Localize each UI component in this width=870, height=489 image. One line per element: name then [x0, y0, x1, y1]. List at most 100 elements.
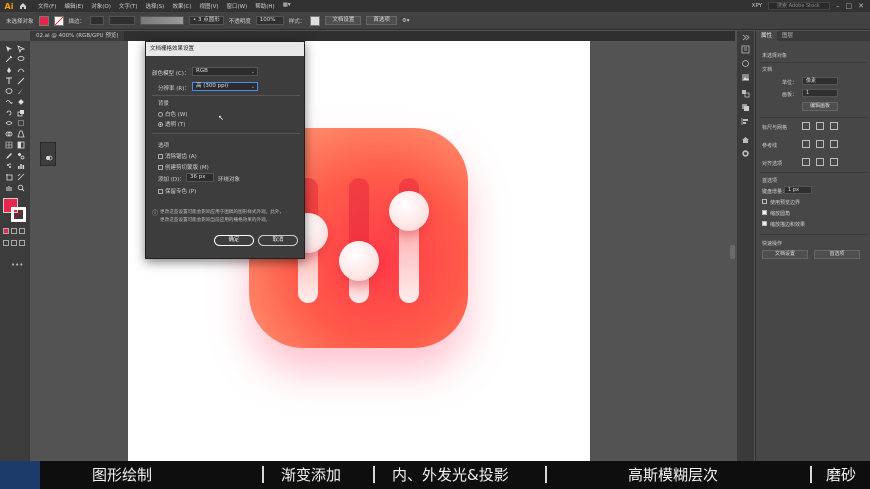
- menu-item[interactable]: 文字(T): [115, 2, 142, 10]
- eyedropper-tool-icon[interactable]: [4, 151, 13, 160]
- menu-item[interactable]: 窗口(W): [223, 2, 252, 10]
- stroke-weight-input[interactable]: [90, 16, 105, 25]
- none-mode-icon[interactable]: [19, 228, 25, 234]
- eraser-tool-icon[interactable]: [16, 98, 25, 107]
- clipping-mask-checkbox[interactable]: 创建剪切蒙版 (M): [158, 163, 209, 171]
- add-around-input[interactable]: 36 px: [186, 173, 214, 182]
- menu-item[interactable]: 选择(S): [142, 2, 169, 10]
- menu-item[interactable]: 对象(O): [87, 2, 115, 10]
- ok-button[interactable]: 确定: [214, 235, 254, 246]
- slider-knob-2[interactable]: [339, 241, 379, 281]
- more-tools-icon[interactable]: [19, 240, 25, 246]
- mesh-tool-icon[interactable]: [4, 140, 13, 149]
- blend-tool-icon[interactable]: [16, 151, 25, 160]
- background-transparent-radio[interactable]: 透明 (T): [158, 120, 185, 128]
- menu-item[interactable]: 帮助(H): [251, 2, 278, 10]
- selection-tool-icon[interactable]: [4, 44, 13, 53]
- ellipse-tool-icon[interactable]: [4, 87, 13, 96]
- image-icon[interactable]: [741, 73, 750, 82]
- menu-item[interactable]: 效果(C): [168, 2, 195, 10]
- scale-tool-icon[interactable]: [16, 108, 25, 117]
- tab-layers[interactable]: 图层: [777, 31, 798, 41]
- line-tool-icon[interactable]: [16, 76, 25, 85]
- appearance-icon[interactable]: [741, 135, 750, 144]
- scale-strokes-checkbox[interactable]: [762, 221, 767, 226]
- key-increment-input[interactable]: 1 px: [784, 186, 812, 194]
- zoom-tool-icon[interactable]: [16, 183, 25, 192]
- pixel-grid-icon[interactable]: [830, 122, 838, 130]
- menu-item[interactable]: 文件(F): [34, 2, 60, 10]
- artboard-tool-icon[interactable]: [4, 172, 13, 181]
- transform-icon[interactable]: [741, 89, 750, 98]
- brush-select[interactable]: • 3 点圆形: [189, 16, 224, 25]
- shape-builder-tool-icon[interactable]: [4, 130, 13, 139]
- color-mode-icon[interactable]: [3, 228, 9, 234]
- snap-to-glyph-icon[interactable]: [830, 158, 838, 166]
- type-tool-icon[interactable]: [4, 76, 13, 85]
- document-tab[interactable]: 02.ai @ 400% (RGB/GPU 预览): [30, 31, 126, 41]
- more-icon[interactable]: •••: [11, 261, 23, 269]
- document-setup-button[interactable]: 文档设置: [325, 16, 362, 25]
- preserve-spot-checkbox[interactable]: 保留专色 (P): [158, 187, 196, 195]
- stroke-color-swatch[interactable]: [11, 207, 26, 222]
- align-icon[interactable]: [741, 117, 750, 126]
- preview-bounds-checkbox[interactable]: [762, 199, 767, 204]
- antialias-checkbox[interactable]: 消除锯齿 (A): [158, 152, 197, 160]
- paintbrush-tool-icon[interactable]: [16, 87, 25, 96]
- layers-icon[interactable]: [741, 103, 750, 112]
- libraries-icon[interactable]: [741, 59, 750, 68]
- gradient-mode-icon[interactable]: [11, 228, 17, 234]
- properties-icon[interactable]: [741, 45, 750, 54]
- width-tool-icon[interactable]: [4, 119, 13, 128]
- stroke-swatch[interactable]: [53, 15, 64, 26]
- workspace-switcher[interactable]: XPY: [752, 3, 762, 9]
- snap-to-point-icon[interactable]: [816, 158, 824, 166]
- symbol-sprayer-tool-icon[interactable]: [4, 162, 13, 171]
- smart-guides-icon[interactable]: [830, 140, 838, 148]
- maximize-icon[interactable]: □: [846, 2, 853, 10]
- align-to-pixel-icon[interactable]: [802, 158, 810, 166]
- collapse-icon[interactable]: [741, 33, 750, 42]
- panel-document-setup-button[interactable]: 文档设置: [762, 250, 808, 259]
- screen-mode-icon[interactable]: [11, 240, 17, 246]
- style-swatch[interactable]: [310, 15, 321, 26]
- stock-search-input[interactable]: 搜索 Adobe Stock: [768, 2, 830, 10]
- variable-width-select[interactable]: [109, 16, 136, 25]
- arrange-icon[interactable]: ⚙▾: [402, 18, 410, 24]
- lasso-tool-icon[interactable]: [16, 55, 25, 64]
- preferences-button[interactable]: 首选项: [366, 16, 397, 25]
- slider-knob-3[interactable]: [389, 191, 429, 231]
- close-icon[interactable]: ✕: [858, 2, 864, 10]
- ruler-icon[interactable]: [802, 122, 810, 130]
- free-transform-tool-icon[interactable]: [16, 119, 25, 128]
- color-model-select[interactable]: RGB ⌄: [192, 67, 258, 76]
- floating-tool-panel[interactable]: [40, 142, 56, 166]
- opacity-label[interactable]: 不透明度: [229, 17, 251, 25]
- shaper-tool-icon[interactable]: [4, 98, 13, 107]
- cancel-button[interactable]: 取消: [258, 235, 298, 246]
- resolution-select[interactable]: 高 (300 ppi) ⌄: [192, 82, 258, 91]
- guides-icon[interactable]: [802, 140, 810, 148]
- vertical-scrollbar-thumb[interactable]: [730, 245, 735, 259]
- edit-artboard-button[interactable]: 编辑画板: [802, 102, 838, 111]
- panel-preferences-button[interactable]: 首选项: [814, 250, 860, 259]
- pen-tool-icon[interactable]: [4, 65, 13, 74]
- menu-item[interactable]: ▦▾: [279, 2, 295, 10]
- background-white-radio[interactable]: 白色 (W): [158, 110, 187, 118]
- home-icon[interactable]: [16, 0, 30, 12]
- direct-selection-tool-icon[interactable]: [16, 44, 25, 53]
- column-graph-tool-icon[interactable]: [16, 162, 25, 171]
- gradient-tool-icon[interactable]: [16, 140, 25, 149]
- units-select[interactable]: 像素: [802, 77, 838, 85]
- artboard-select[interactable]: 1: [802, 89, 838, 97]
- curvature-tool-icon[interactable]: [16, 65, 25, 74]
- minimize-icon[interactable]: –: [836, 2, 840, 10]
- blend-icon[interactable]: [45, 154, 53, 162]
- draw-normal-icon[interactable]: [3, 240, 9, 246]
- grid-icon[interactable]: [816, 122, 824, 130]
- hand-tool-icon[interactable]: [4, 183, 13, 192]
- opacity-input[interactable]: 100%: [255, 16, 284, 25]
- tab-properties[interactable]: 属性: [756, 31, 778, 41]
- perspective-tool-icon[interactable]: [16, 130, 25, 139]
- menu-item[interactable]: 视图(V): [195, 2, 222, 10]
